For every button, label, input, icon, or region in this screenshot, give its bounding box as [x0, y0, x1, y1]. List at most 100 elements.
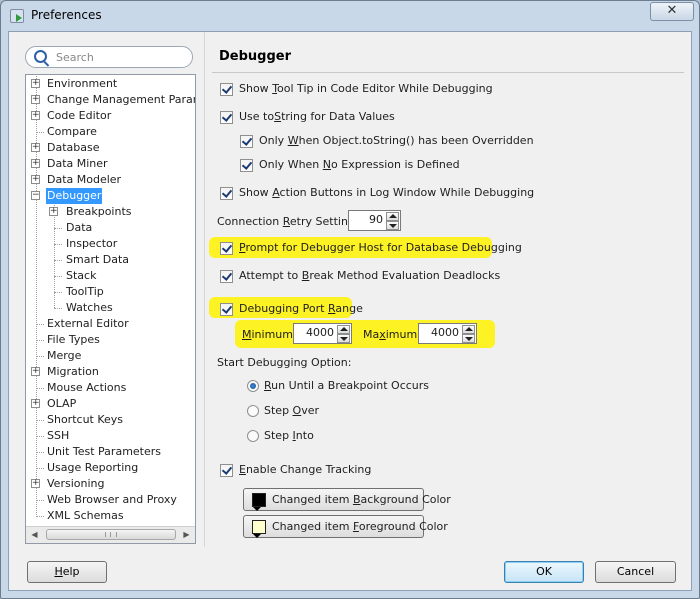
- port-maximum-spinner[interactable]: 4000: [418, 323, 477, 344]
- retry-setting-label: Connection Retry Setting:: [217, 215, 359, 228]
- tree-item[interactable]: + Data Miner: [26, 156, 195, 172]
- tree-item[interactable]: + Data Modeler: [26, 172, 195, 188]
- tree-connector: [54, 228, 62, 229]
- tree-connector: [36, 356, 44, 357]
- tree-item[interactable]: ToolTip: [26, 284, 195, 300]
- tree-item[interactable]: Mouse Actions: [26, 380, 195, 396]
- port-minimum-value[interactable]: 4000: [306, 326, 334, 339]
- tree-item[interactable]: + Code Editor: [26, 108, 195, 124]
- expand-icon[interactable]: +: [31, 95, 40, 104]
- tree-item[interactable]: Inspector: [26, 236, 195, 252]
- checkbox-checked-icon: [220, 464, 233, 477]
- close-button[interactable]: ✕: [650, 2, 694, 21]
- changed-background-color-button[interactable]: Changed item Background Color: [243, 488, 451, 511]
- changed-foreground-color-button[interactable]: Changed item Foreground Color: [243, 515, 448, 538]
- tree-item[interactable]: Usage Reporting: [26, 460, 195, 476]
- radio-unselected-icon: [247, 405, 259, 417]
- scrollbar-thumb[interactable]: [46, 529, 176, 540]
- tree-item[interactable]: Watches: [26, 300, 195, 316]
- search-input[interactable]: [56, 49, 186, 65]
- tree-item[interactable]: File Types: [26, 332, 195, 348]
- scroll-left-icon[interactable]: ◀: [26, 527, 43, 543]
- tree-horizontal-scrollbar[interactable]: ◀ ▶: [26, 526, 195, 543]
- tree-item[interactable]: Shortcut Keys: [26, 412, 195, 428]
- tree-item-label: ToolTip: [66, 285, 104, 298]
- tree-connector: [36, 340, 44, 341]
- tree-connector: [36, 468, 44, 469]
- tree-connector: [36, 516, 44, 517]
- tree-item[interactable]: + Migration: [26, 364, 195, 380]
- port-maximum-value[interactable]: 4000: [431, 326, 459, 339]
- checkbox-checked-icon: [220, 187, 233, 200]
- collapse-icon[interactable]: −: [31, 191, 40, 200]
- expand-icon[interactable]: +: [31, 143, 40, 152]
- spinner-up-icon[interactable]: [386, 212, 399, 221]
- tree-item[interactable]: + OLAP: [26, 396, 195, 412]
- tree-item[interactable]: Unit Test Parameters: [26, 444, 195, 460]
- panel-splitter[interactable]: [204, 32, 205, 547]
- tree-item-label: Mouse Actions: [47, 381, 127, 394]
- tree-item-label: Data Miner: [47, 157, 108, 170]
- close-icon: ✕: [666, 3, 678, 18]
- page-title: Debugger: [219, 49, 292, 64]
- tree-item[interactable]: Stack: [26, 268, 195, 284]
- tree-item-label: Unit Test Parameters: [47, 445, 162, 458]
- tree-item[interactable]: Smart Data: [26, 252, 195, 268]
- tree-item-label: Compare: [47, 125, 97, 138]
- tree-item[interactable]: + Versioning: [26, 476, 195, 492]
- expand-icon[interactable]: +: [31, 111, 40, 120]
- tree-connector: [36, 388, 44, 389]
- maximum-label: Maximum:: [363, 328, 421, 341]
- window-title: Preferences: [31, 8, 102, 22]
- spinner-down-icon[interactable]: [462, 334, 475, 343]
- expand-icon[interactable]: +: [31, 399, 40, 408]
- tree-item[interactable]: + Database: [26, 140, 195, 156]
- tree-connector: [36, 420, 44, 421]
- ok-button[interactable]: OK: [504, 561, 584, 583]
- search-box: [25, 46, 193, 68]
- tree-connector: [36, 324, 44, 325]
- spinner-down-icon[interactable]: [386, 221, 399, 230]
- tree-item[interactable]: − Debugger: [26, 188, 195, 204]
- checkbox-checked-icon: [220, 83, 233, 96]
- tree-item-label: Breakpoints: [66, 205, 132, 218]
- expand-icon[interactable]: +: [31, 367, 40, 376]
- radio-selected-icon: [247, 380, 259, 392]
- expand-icon[interactable]: +: [49, 207, 58, 216]
- app-icon: [10, 9, 24, 23]
- spinner-down-icon[interactable]: [337, 334, 350, 343]
- expand-icon[interactable]: +: [31, 175, 40, 184]
- tree-item-label: SSH: [47, 429, 70, 442]
- tree-item[interactable]: + Change Management Parameters: [26, 92, 195, 108]
- expand-icon[interactable]: +: [31, 159, 40, 168]
- spinner-up-icon[interactable]: [337, 325, 350, 334]
- tree-item[interactable]: SSH: [26, 428, 195, 444]
- tree-item-label: Shortcut Keys: [47, 413, 124, 426]
- tree-item[interactable]: Web Browser and Proxy: [26, 492, 195, 508]
- tree-connector: [54, 308, 62, 309]
- tree-item[interactable]: + Environment: [26, 76, 195, 92]
- tree-item[interactable]: Compare: [26, 124, 195, 140]
- preferences-window: Preferences ✕ XML Schemas Web Browser and…: [0, 0, 700, 599]
- expand-icon[interactable]: +: [31, 79, 40, 88]
- spinner-up-icon[interactable]: [462, 325, 475, 334]
- scroll-right-icon[interactable]: ▶: [178, 527, 195, 543]
- tree-item[interactable]: Data: [26, 220, 195, 236]
- port-minimum-spinner[interactable]: 4000: [293, 323, 352, 344]
- tree-item-label: Stack: [66, 269, 97, 282]
- help-button[interactable]: Help: [27, 561, 107, 583]
- tree-connector: [36, 452, 44, 453]
- color-swatch-icon: [252, 520, 266, 538]
- tree-item[interactable]: XML Schemas: [26, 508, 195, 524]
- start-debugging-option-label: Start Debugging Option:: [217, 356, 352, 369]
- retry-setting-spinner[interactable]: 90: [348, 210, 401, 231]
- expand-icon[interactable]: +: [31, 479, 40, 488]
- color-swatch-icon: [252, 493, 266, 511]
- retry-setting-value[interactable]: 90: [369, 213, 383, 226]
- tree-item-label: Environment: [47, 77, 118, 90]
- tree-item[interactable]: External Editor: [26, 316, 195, 332]
- cancel-button[interactable]: Cancel: [595, 561, 676, 583]
- tree-item[interactable]: Merge: [26, 348, 195, 364]
- tree-connector: [54, 260, 62, 261]
- tree-item[interactable]: + Breakpoints: [26, 204, 195, 220]
